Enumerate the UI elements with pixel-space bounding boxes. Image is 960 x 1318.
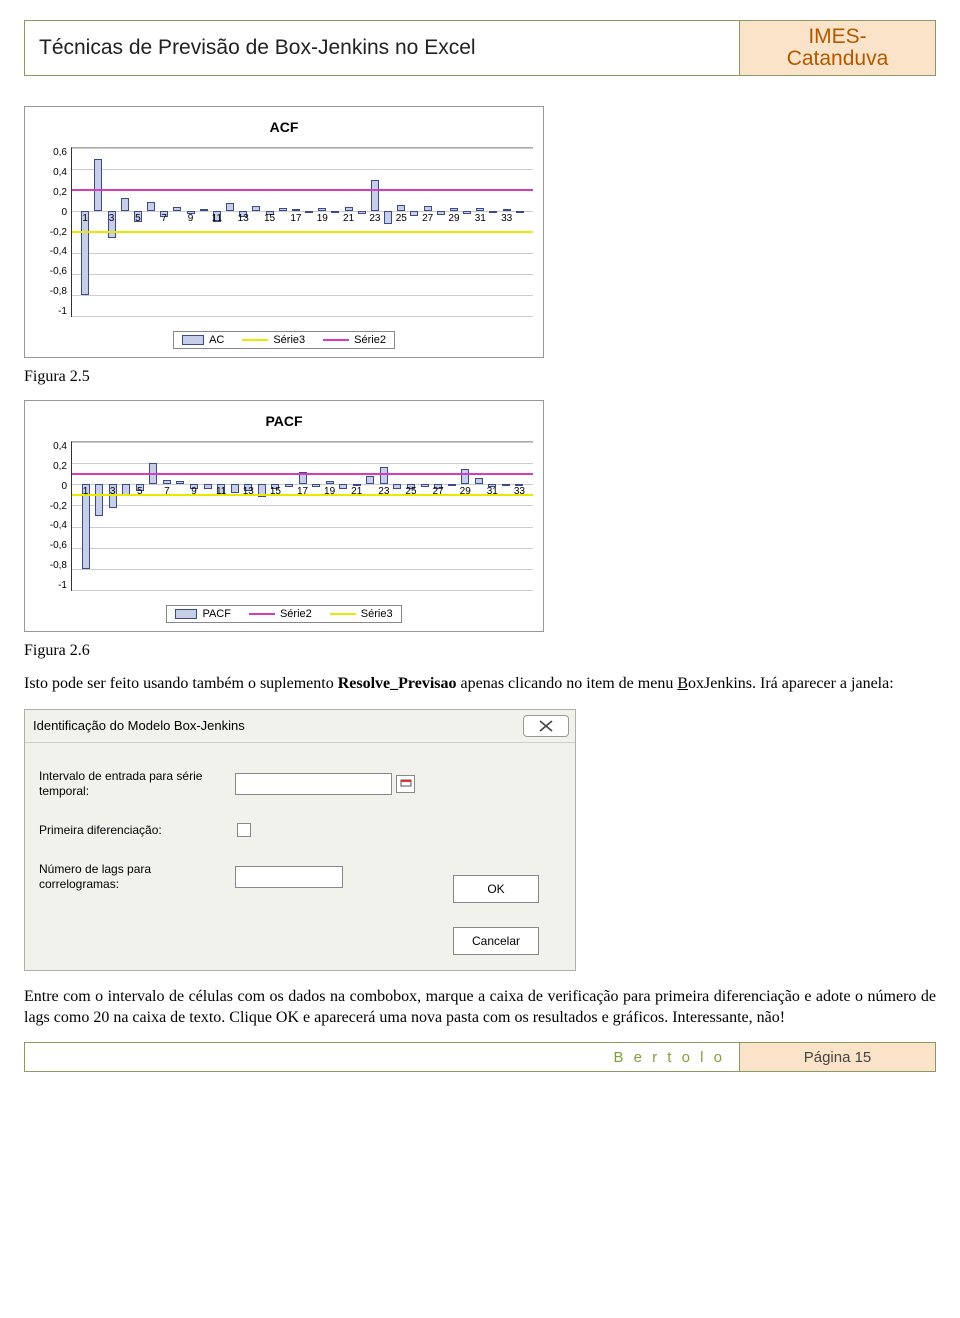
ok-label: OK — [487, 882, 504, 896]
footer-box: B e r t o l o Página 15 — [24, 1042, 936, 1072]
acf-yaxis: 0,60,40,20-0,2-0,4-0,6-0,8-1 — [35, 147, 71, 317]
label-lags: Número de lags para correlogramas: — [39, 862, 229, 892]
legend-item-serie2: Série2 — [323, 334, 386, 346]
legend-item-serie3: Série3 — [330, 608, 393, 620]
footer-author: B e r t o l o — [25, 1043, 739, 1071]
pacf-legend: PACF Série2 Série3 — [166, 605, 401, 623]
pacf-chart-title: PACF — [35, 413, 533, 429]
acf-legend: AC Série3 Série2 — [173, 331, 395, 349]
refedit-button[interactable] — [396, 775, 415, 793]
ok-button[interactable]: OK — [453, 875, 539, 903]
refedit-icon — [400, 779, 412, 789]
acf-chart-title: ACF — [35, 119, 533, 135]
cancel-label: Cancelar — [472, 934, 520, 948]
interval-input[interactable] — [235, 773, 392, 795]
para1-b: apenas clicando no item de menu — [457, 675, 678, 692]
legend-label: AC — [209, 334, 224, 346]
bar-swatch-icon — [182, 335, 204, 345]
pacf-chart: PACF 0,40,20-0,2-0,4-0,6-0,8-1 135791113… — [24, 400, 544, 632]
legend-item-pacf: PACF — [175, 608, 231, 620]
para1-a: Isto pode ser feito usando também o supl… — [24, 675, 338, 692]
header-box: Técnicas de Previsão de Box-Jenkins no E… — [24, 20, 936, 76]
para1-u: B — [677, 675, 688, 692]
figure-caption-26: Figura 2.6 — [24, 642, 936, 660]
legend-label: Série3 — [361, 608, 393, 620]
figure-caption-25: Figura 2.5 — [24, 368, 936, 386]
legend-label: Série2 — [354, 334, 386, 346]
cancel-button[interactable]: Cancelar — [453, 927, 539, 955]
legend-label: Série3 — [273, 334, 305, 346]
footer-page: Página 15 — [739, 1043, 935, 1071]
legend-item-ac: AC — [182, 334, 224, 346]
org-line1: IMES- — [808, 26, 866, 48]
legend-label: Série2 — [280, 608, 312, 620]
para1-c: oxJenkins. Irá aparecer a janela: — [688, 675, 894, 692]
pacf-yaxis: 0,40,20-0,2-0,4-0,6-0,8-1 — [35, 441, 71, 591]
dialog-title: Identificação do Modelo Box-Jenkins — [33, 718, 245, 733]
acf-chart: ACF 0,60,40,20-0,2-0,4-0,6-0,8-1 1357911… — [24, 106, 544, 358]
org-badge: IMES- Catanduva — [739, 21, 935, 75]
legend-item-serie2: Série2 — [249, 608, 312, 620]
close-icon — [538, 720, 554, 732]
label-diff: Primeira diferenciação: — [39, 823, 229, 838]
close-button[interactable] — [523, 715, 569, 737]
legend-item-serie3: Série3 — [242, 334, 305, 346]
lags-input[interactable] — [235, 866, 343, 888]
bar-swatch-icon — [175, 609, 197, 619]
boxjenkins-dialog: Identificação do Modelo Box-Jenkins Inte… — [24, 709, 576, 971]
line-swatch-icon — [249, 613, 275, 615]
dialog-titlebar: Identificação do Modelo Box-Jenkins — [25, 710, 575, 743]
paragraph-instructions: Entre com o intervalo de células com os … — [24, 987, 936, 1029]
diff-checkbox[interactable] — [237, 823, 251, 837]
label-interval: Intervalo de entrada para série temporal… — [39, 769, 229, 799]
org-line2: Catanduva — [787, 48, 889, 70]
line-swatch-icon — [323, 339, 349, 341]
line-swatch-icon — [242, 339, 268, 341]
line-swatch-icon — [330, 613, 356, 615]
legend-label: PACF — [202, 608, 231, 620]
doc-title: Técnicas de Previsão de Box-Jenkins no E… — [25, 21, 739, 75]
acf-plot: 13579111315171921232527293133 — [71, 147, 533, 317]
para1-bold: Resolve_Previsao — [338, 675, 457, 692]
pacf-plot: 13579111315171921232527293133 — [71, 441, 533, 591]
paragraph-intro: Isto pode ser feito usando também o supl… — [24, 674, 936, 695]
